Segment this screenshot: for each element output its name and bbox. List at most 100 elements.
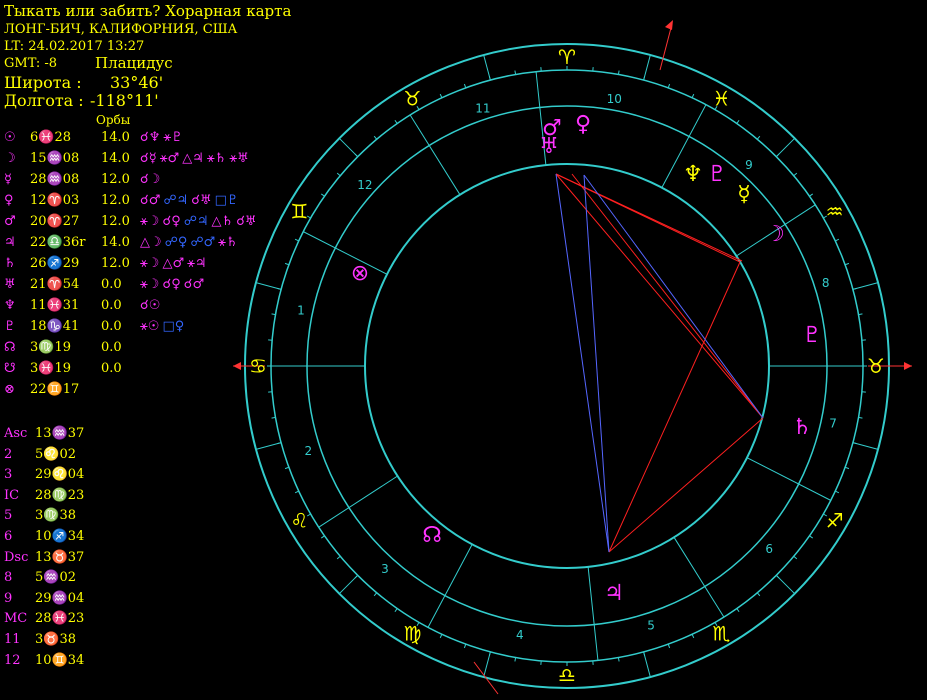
degree-tick xyxy=(514,657,517,662)
degree-tick xyxy=(336,555,341,560)
degree-tick xyxy=(844,262,850,266)
degree-tick xyxy=(439,634,443,639)
horary-chart-window: Тыкать или забить? Хорарная карта ЛОНГ-Б… xyxy=(0,0,927,700)
degree-tick xyxy=(488,651,491,656)
degree-tick xyxy=(691,93,695,98)
degree-tick xyxy=(373,135,378,140)
degree-tick xyxy=(835,238,840,242)
degree-tick xyxy=(488,76,491,81)
house-number: 7 xyxy=(829,417,837,431)
house-cusp-line xyxy=(746,457,831,501)
chart-wheel: ♈♓♒♉♐♏♎♍♌♋♊♉ 109876543211211♂ ♀♅♆ ♇☿☽♇♄♃☊⊗ xyxy=(233,20,912,695)
degree-tick xyxy=(844,466,850,470)
aspect-ring xyxy=(364,163,770,569)
zodiac-sign-icon: ♋ xyxy=(249,354,267,378)
house-cusp-line xyxy=(587,566,599,661)
wheel-planet-icon: ☽ xyxy=(765,222,785,247)
house-cusp-line xyxy=(303,231,388,275)
wheel-planet-icon: ♄ xyxy=(792,415,812,440)
wheel-planet-icon: ☊ xyxy=(422,523,442,548)
degree-tick xyxy=(756,592,761,597)
aspect-line-red xyxy=(555,173,743,262)
degree-tick xyxy=(354,574,359,579)
house-cusp-line xyxy=(409,114,461,195)
house-number: 9 xyxy=(745,158,753,172)
degree-tick xyxy=(354,153,359,158)
aspect-line-blue xyxy=(583,174,764,419)
wheel-planet-icon: ♆ xyxy=(683,162,703,187)
house-number: 10 xyxy=(607,92,622,106)
degree-tick xyxy=(835,490,840,494)
degree-tick xyxy=(373,592,378,597)
zodiac-sign-icon: ♉ xyxy=(404,86,422,110)
wheel-planet-icon: ⊗ xyxy=(351,261,369,286)
degree-tick xyxy=(617,657,620,662)
degree-tick xyxy=(736,119,740,124)
house-number: 4 xyxy=(516,628,524,642)
house-cusp-line xyxy=(673,537,725,618)
house-number: 5 xyxy=(647,619,655,633)
house-number: 2 xyxy=(304,444,312,458)
degree-tick xyxy=(294,490,299,494)
house-number: 11 xyxy=(475,101,490,115)
degree-tick xyxy=(394,119,398,124)
degree-tick xyxy=(809,193,814,197)
wheel-planet-icon: ♇ xyxy=(707,162,727,187)
house-number: 8 xyxy=(822,276,830,290)
degree-tick xyxy=(284,262,290,266)
degree-tick xyxy=(691,634,695,639)
degree-tick xyxy=(852,442,857,445)
mc-axis-line xyxy=(659,23,673,71)
degree-tick xyxy=(793,172,798,177)
aspect-line-blue xyxy=(555,173,610,553)
degree-tick xyxy=(858,313,863,316)
zodiac-sign-icon: ♐ xyxy=(826,509,844,533)
degree-tick xyxy=(271,416,276,419)
zodiac-sign-icon: ♌ xyxy=(290,509,308,533)
wheel-planet-icon: ♅ xyxy=(539,134,559,159)
aspect-line-red xyxy=(608,417,764,553)
degree-tick xyxy=(463,643,467,649)
degree-tick xyxy=(320,535,325,539)
degree-tick xyxy=(775,574,780,579)
degree-tick xyxy=(277,287,282,290)
zodiac-sign-icon: ♒ xyxy=(826,200,844,224)
zodiac-sign-icon: ♍ xyxy=(404,622,422,646)
house-number: 1 xyxy=(297,303,305,317)
aspect-line-red xyxy=(571,173,764,419)
dsc-arrow-icon xyxy=(904,362,912,370)
degree-tick xyxy=(271,313,276,316)
zodiac-sign-icon: ♉ xyxy=(867,354,885,378)
zodiac-sign-icon: ♎ xyxy=(558,663,576,687)
house-cusp-line xyxy=(318,475,398,528)
house-number: 3 xyxy=(381,562,389,576)
degree-tick xyxy=(858,416,863,419)
house-number: 12 xyxy=(357,178,372,192)
degree-tick xyxy=(756,135,761,140)
degree-tick xyxy=(294,238,299,242)
degree-tick xyxy=(463,83,467,89)
degree-tick xyxy=(439,93,443,98)
wheel-planet-icon: ♀ xyxy=(575,112,591,137)
house-cusp-line xyxy=(427,544,473,628)
asc-arrow-icon xyxy=(233,362,241,370)
degree-tick xyxy=(667,643,671,649)
zodiac-sign-icon: ♊ xyxy=(290,200,308,224)
wheel-planet-icon: ♇ xyxy=(802,323,822,348)
zodiac-sign-icon: ♓ xyxy=(713,86,731,110)
degree-tick xyxy=(336,172,341,177)
degree-tick xyxy=(643,651,646,656)
wheel-planet-icon: ♃ xyxy=(604,581,624,606)
degree-tick xyxy=(809,535,814,539)
mc-arrow-icon xyxy=(665,20,673,30)
house-number: 6 xyxy=(765,542,773,556)
degree-tick xyxy=(736,608,740,613)
degree-tick xyxy=(284,466,290,470)
degree-tick xyxy=(514,70,517,75)
degree-tick xyxy=(617,70,620,75)
degree-tick xyxy=(643,76,646,81)
degree-tick xyxy=(394,608,398,613)
degree-tick xyxy=(277,442,282,445)
degree-tick xyxy=(667,83,671,89)
degree-tick xyxy=(775,153,780,158)
